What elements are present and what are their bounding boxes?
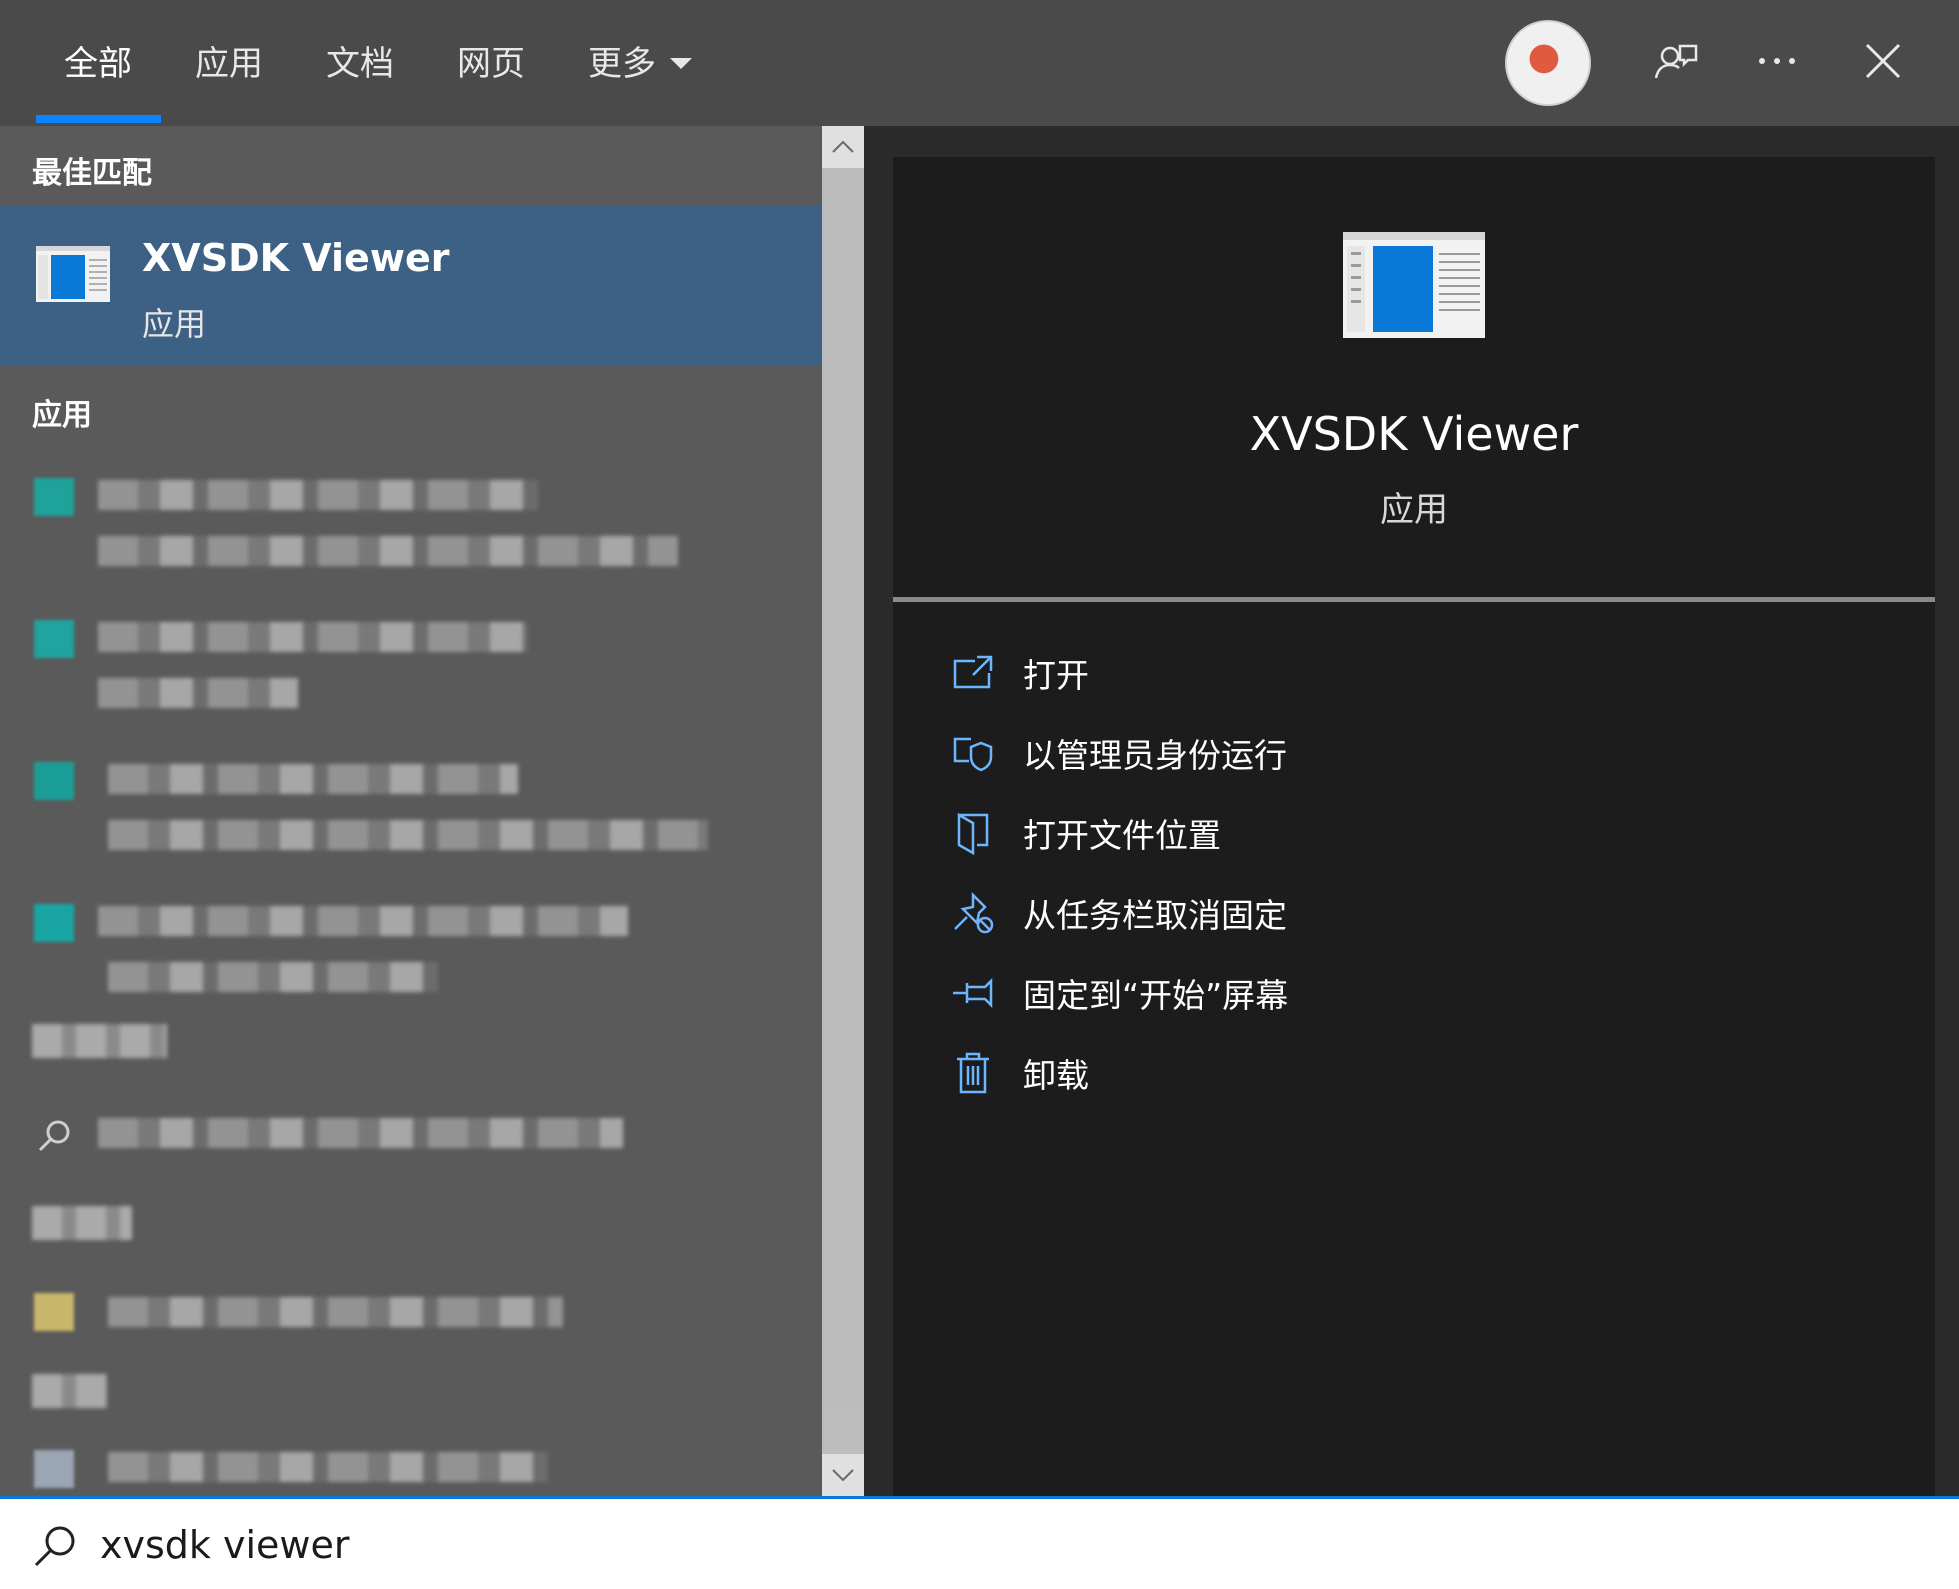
search-input[interactable] <box>100 1515 1600 1575</box>
unpin-icon <box>949 889 997 937</box>
pin-icon <box>949 969 997 1017</box>
list-item[interactable] <box>0 892 822 1032</box>
app-icon <box>34 1450 74 1488</box>
results-scrollbar[interactable] <box>822 126 864 1496</box>
active-tab-indicator <box>36 115 161 123</box>
action-run-as-admin[interactable]: 以管理员身份运行 <box>949 725 1549 781</box>
list-item[interactable] <box>0 750 822 890</box>
best-match-heading: 最佳匹配 <box>32 156 152 191</box>
search-icon <box>38 1120 70 1152</box>
search-top-bar: 全部 应用 文档 网页 更多 <box>0 0 1959 126</box>
section-heading <box>32 1374 107 1408</box>
action-pin-start[interactable]: 固定到“开始”屏幕 <box>949 965 1549 1021</box>
scroll-down-button[interactable] <box>822 1454 864 1496</box>
shield-run-icon <box>949 729 997 777</box>
action-label: 打开 <box>1023 656 1089 695</box>
list-item[interactable] <box>0 1096 822 1176</box>
list-item[interactable] <box>0 466 822 606</box>
tab-web[interactable]: 网页 <box>457 36 525 85</box>
apps-heading: 应用 <box>32 398 92 433</box>
section-heading <box>32 1024 167 1058</box>
app-icon <box>34 1293 74 1331</box>
close-icon[interactable] <box>1852 30 1914 92</box>
app-icon <box>34 620 74 658</box>
app-window-icon <box>1343 232 1485 338</box>
action-label: 打开文件位置 <box>1023 816 1221 855</box>
app-icon <box>34 904 74 942</box>
action-label: 以管理员身份运行 <box>1023 736 1287 775</box>
section-heading <box>32 1206 132 1240</box>
divider <box>893 597 1935 602</box>
avatar[interactable] <box>1505 20 1591 106</box>
action-open[interactable]: 打开 <box>949 645 1549 701</box>
action-uninstall[interactable]: 卸载 <box>949 1045 1549 1101</box>
action-open-file-location[interactable]: 打开文件位置 <box>949 805 1549 861</box>
list-item[interactable] <box>0 1271 822 1361</box>
app-icon <box>34 478 74 516</box>
scrollbar-thumb[interactable] <box>822 168 864 1413</box>
detail-panel: XVSDK Viewer 应用 打开 以管理员身份运行 打开文件位置 从任务栏取… <box>893 157 1935 1496</box>
best-match-type: 应用 <box>142 305 207 343</box>
tab-apps[interactable]: 应用 <box>195 36 263 85</box>
feedback-icon[interactable] <box>1644 30 1706 92</box>
app-icon <box>34 762 74 800</box>
detail-app-name: XVSDK Viewer <box>1249 407 1579 461</box>
search-icon <box>34 1526 75 1567</box>
search-bar <box>0 1496 1959 1589</box>
more-options-icon[interactable] <box>1746 30 1808 92</box>
tab-documents[interactable]: 文档 <box>326 36 394 85</box>
trash-icon <box>949 1049 997 1097</box>
folder-location-icon <box>949 809 997 857</box>
chevron-down-icon <box>832 1469 854 1482</box>
list-item[interactable] <box>0 608 822 748</box>
scroll-up-button[interactable] <box>822 126 864 168</box>
app-window-icon <box>36 246 110 302</box>
chevron-down-icon <box>670 58 692 69</box>
list-item[interactable] <box>0 1436 822 1496</box>
action-label: 从任务栏取消固定 <box>1023 896 1287 935</box>
best-match-result[interactable]: XVSDK Viewer 应用 <box>0 206 822 366</box>
results-panel: 最佳匹配 XVSDK Viewer 应用 应用 <box>0 126 822 1496</box>
tab-more[interactable]: 更多 <box>588 36 692 85</box>
best-match-name: XVSDK Viewer <box>142 236 450 280</box>
action-label: 卸载 <box>1023 1056 1089 1095</box>
chevron-up-icon <box>832 140 854 153</box>
detail-app-type: 应用 <box>1380 490 1448 530</box>
open-icon <box>949 649 997 697</box>
tab-more-label: 更多 <box>588 44 656 84</box>
action-label: 固定到“开始”屏幕 <box>1023 976 1289 1015</box>
tab-all[interactable]: 全部 <box>64 36 132 85</box>
action-unpin-taskbar[interactable]: 从任务栏取消固定 <box>949 885 1549 941</box>
